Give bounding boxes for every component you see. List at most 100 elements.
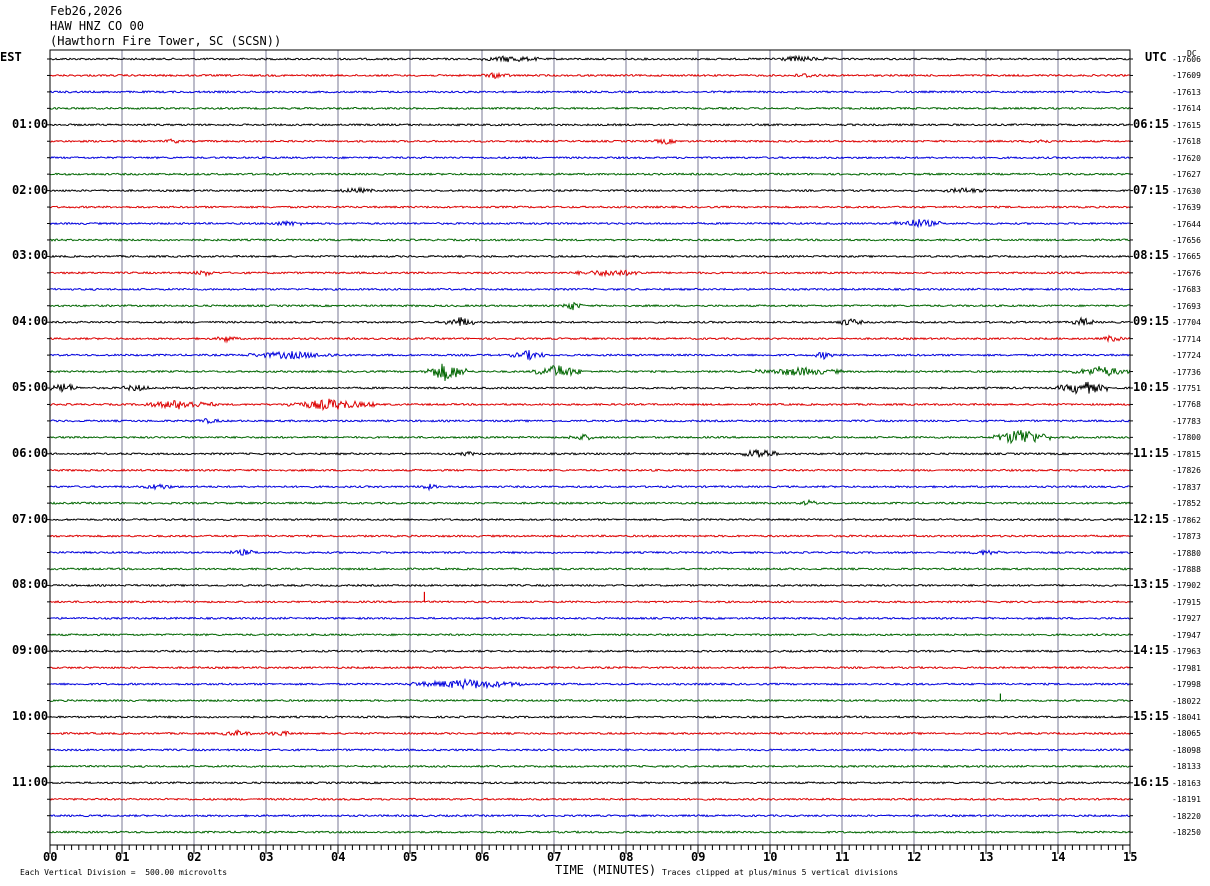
dc-offset-label: -17880 <box>1172 548 1201 558</box>
trace-row-18 <box>49 350 1131 361</box>
dc-offset-label: -17609 <box>1172 71 1201 81</box>
left-hour-label: 07:00 <box>12 511 49 526</box>
trace-row-20 <box>49 381 1131 395</box>
trace-row-16 <box>49 316 1131 327</box>
x-tick-label: 11 <box>835 850 850 864</box>
dc-offset-label: -17615 <box>1172 120 1201 130</box>
right-hour-label: 11:15 <box>1133 445 1170 460</box>
trace-row-30 <box>49 548 1131 556</box>
header-station: HAW HNZ CO 00 <box>50 19 144 33</box>
trace-row-24 <box>49 448 1131 458</box>
dc-offset-label: -17683 <box>1172 285 1201 295</box>
x-tick-label: 02 <box>187 850 202 864</box>
trace-row-5 <box>49 138 1131 146</box>
trace-row-43 <box>49 764 1131 769</box>
trace-row-44 <box>49 781 1131 785</box>
dc-offset-label: -17751 <box>1172 384 1201 393</box>
trace-row-37 <box>49 665 1131 670</box>
right-hour-label: 07:15 <box>1133 182 1170 197</box>
dc-offset-label: -18220 <box>1172 811 1201 821</box>
trace-row-28 <box>49 517 1131 522</box>
dc-offset-label: -18250 <box>1172 828 1201 838</box>
right-hour-label: 06:15 <box>1133 116 1170 131</box>
left-hour-label: 09:00 <box>12 643 49 658</box>
dc-offset-label: -17627 <box>1172 170 1201 180</box>
dc-offset-label: -17862 <box>1172 515 1201 525</box>
dc-offset-label: -17665 <box>1172 252 1201 262</box>
trace-row-10 <box>49 218 1131 229</box>
right-hour-label: 13:15 <box>1133 577 1170 592</box>
plot-border <box>49 49 1131 846</box>
trace-row-14 <box>49 287 1131 292</box>
trace-row-35 <box>49 632 1131 637</box>
x-tick-label: 01 <box>115 850 130 864</box>
x-tick-label: 10 <box>763 850 778 864</box>
dc-offset-label: -17947 <box>1172 630 1201 640</box>
dc-offset-label: -18041 <box>1172 713 1201 722</box>
trace-row-26 <box>49 483 1131 492</box>
trace-row-40 <box>49 715 1131 719</box>
right-hour-label: 16:15 <box>1133 774 1170 789</box>
x-tick-label: 04 <box>331 850 346 864</box>
right-hour-label: 14:15 <box>1133 643 1170 658</box>
dc-offset-label: -17888 <box>1172 564 1201 574</box>
trace-row-3 <box>49 106 1131 111</box>
trace-row-23 <box>49 429 1131 445</box>
trace-row-41 <box>49 729 1131 738</box>
trace-row-22 <box>49 418 1131 425</box>
trace-row-21 <box>49 398 1131 412</box>
right-hour-label: 15:15 <box>1133 709 1170 723</box>
trace-row-31 <box>49 567 1131 571</box>
x-tick-label: 13 <box>979 850 994 864</box>
dc-offset-label: -17714 <box>1172 334 1201 344</box>
dc-offset-label: -17826 <box>1172 466 1201 476</box>
left-hour-label: 06:00 <box>12 445 49 460</box>
trace-row-1 <box>49 71 1131 80</box>
clip-note: Traces clipped at plus/minus 5 vertical … <box>662 868 899 877</box>
left-hour-label: 11:00 <box>12 774 49 789</box>
dc-offset-label: -17620 <box>1172 153 1201 163</box>
dc-offset-label: -17613 <box>1172 87 1201 97</box>
right-axis-label: UTC <box>1145 50 1167 64</box>
trace-row-39 <box>49 698 1131 703</box>
right-hour-label: 08:15 <box>1133 248 1170 263</box>
dc-offset-label: -17963 <box>1172 647 1201 657</box>
left-hour-label: 04:00 <box>12 314 49 329</box>
left-hour-label: 10:00 <box>12 709 49 723</box>
dc-offset-label: -17783 <box>1172 416 1201 426</box>
left-hour-label: 05:00 <box>12 380 49 394</box>
trace-row-4 <box>49 122 1131 127</box>
dc-offset-label: -17815 <box>1172 449 1201 459</box>
dc-offset-label: -17998 <box>1172 680 1201 690</box>
dc-offset-label: -17656 <box>1172 235 1201 245</box>
dc-offset-label: -17981 <box>1172 663 1201 673</box>
x-tick-label: 03 <box>259 850 274 864</box>
dc-offset-label: -18065 <box>1172 729 1201 739</box>
left-hour-label: 01:00 <box>12 116 49 131</box>
dc-offset-label: -17927 <box>1172 614 1201 624</box>
x-tick-label: 00 <box>43 850 58 864</box>
left-axis-label: EST <box>0 50 22 64</box>
trace-row-17 <box>49 334 1131 344</box>
trace-row-47 <box>49 830 1131 834</box>
left-hour-label: 08:00 <box>12 577 49 592</box>
trace-row-13 <box>49 269 1131 278</box>
trace-row-36 <box>49 649 1131 654</box>
trace-row-2 <box>49 90 1131 94</box>
dc-offset-label: -17676 <box>1172 268 1201 278</box>
grid-lines <box>49 50 1131 845</box>
dc-offset-label: -18133 <box>1172 762 1201 772</box>
left-hour-label: 02:00 <box>12 182 49 197</box>
trace-row-6 <box>49 155 1131 160</box>
x-axis-title: TIME (MINUTES) <box>555 863 657 877</box>
dc-offset-label: -17837 <box>1172 482 1201 492</box>
right-hour-label: 10:15 <box>1133 380 1170 394</box>
trace-row-11 <box>49 238 1131 242</box>
trace-row-32 <box>49 583 1131 588</box>
seismogram-plot <box>47 49 1133 854</box>
dc-offset-label: -17768 <box>1172 400 1201 410</box>
dc-offset-label: -17644 <box>1172 219 1201 229</box>
dc-offset-label: -17800 <box>1172 433 1201 443</box>
dc-offset-label: -17614 <box>1172 104 1201 114</box>
dc-offset-label: -17915 <box>1172 597 1201 607</box>
